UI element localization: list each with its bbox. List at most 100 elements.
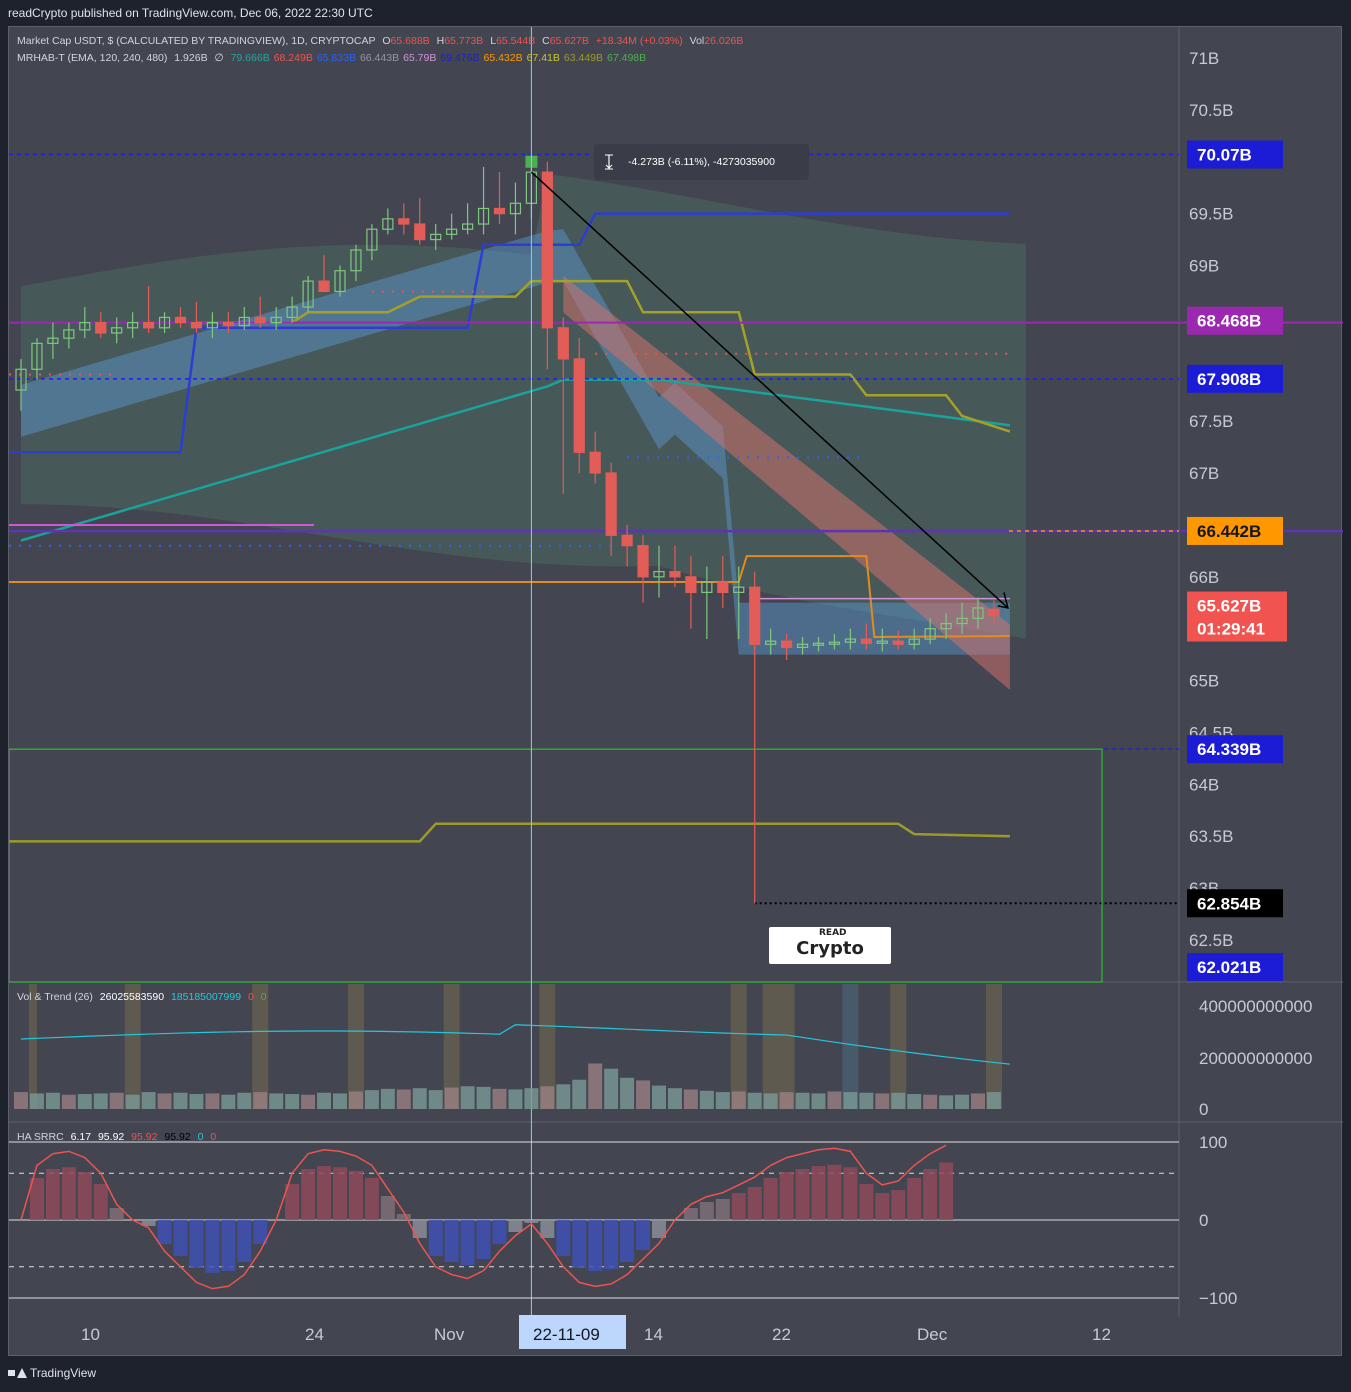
y-tick-label: 62.5B	[1189, 931, 1233, 950]
vol-bar	[412, 1088, 427, 1109]
srrc-bar	[604, 1220, 619, 1270]
vol-v3: 0	[247, 991, 254, 1003]
chart-frame[interactable]: 71B 70.5B 69.5B 69B 67.5B 67B 66B 65B 64.5B 64B 63…	[8, 26, 1343, 1357]
vol-bar	[763, 1093, 778, 1109]
candle-body	[621, 534, 633, 547]
candle-body	[174, 316, 187, 324]
candle-body	[860, 638, 872, 644]
vol-tick-label: 400000000000	[1199, 997, 1312, 1016]
cursor-date-label: 22-11-09	[533, 1325, 600, 1344]
candle-body	[780, 640, 793, 648]
srrc-v5: 0	[197, 1131, 204, 1143]
candle-body	[318, 280, 330, 293]
vol-bar	[731, 1091, 746, 1109]
vol-bar	[939, 1095, 954, 1109]
price-label-text: 64.339B	[1197, 740, 1261, 759]
vol-bar	[524, 1088, 539, 1109]
chart-svg[interactable]: 71B70.5B69.5B69B67.5B67B66B65B64.5B64B63…	[9, 27, 1343, 1357]
footer: TradingView	[8, 1366, 96, 1380]
indicator-value-4: 65.79B	[403, 52, 437, 64]
low-value: 65.544B	[496, 35, 536, 47]
indicator-v2: ∅	[214, 52, 224, 64]
candle-body	[988, 608, 1000, 617]
srrc-bar	[636, 1220, 651, 1250]
srrc-tick-label: 0	[1199, 1211, 1208, 1230]
srrc-tick-label: −100	[1199, 1289, 1237, 1308]
vol-bar	[237, 1092, 252, 1109]
srrc-bar	[747, 1187, 762, 1220]
srrc-bar	[508, 1220, 523, 1232]
published-header: readCrypto published on TradingView.com,…	[8, 6, 373, 20]
indicator-value-5: 69.476B	[440, 52, 480, 64]
y-tick-label: 70.5B	[1189, 101, 1233, 120]
price-label-text: 66.442B	[1197, 522, 1261, 541]
srrc-bar	[205, 1220, 220, 1273]
price-label-text: 62.854B	[1197, 894, 1261, 913]
vol-v4: 0	[260, 991, 267, 1003]
srrc-bar	[588, 1220, 603, 1271]
vol-bar	[253, 1092, 268, 1109]
candle-body	[669, 571, 681, 578]
price-label-1: 68.468B	[1187, 306, 1283, 335]
candle-body	[749, 586, 761, 645]
vol-bar	[875, 1093, 890, 1109]
vol-bar	[492, 1088, 507, 1109]
srrc-tick-label: 100	[1199, 1133, 1227, 1152]
measure-tooltip: -4.273B (-6.11%), -4273035900	[594, 144, 809, 180]
srrc-bar	[444, 1220, 459, 1262]
y-tick-label: 69B	[1189, 257, 1219, 276]
vol-bar	[157, 1093, 172, 1109]
srrc-bar	[907, 1178, 922, 1220]
srrc-bar	[763, 1178, 778, 1220]
srrc-bar	[779, 1172, 794, 1220]
y-tick-label: 69.5B	[1189, 205, 1233, 224]
srrc-v1: 6.17	[70, 1131, 92, 1143]
indicator-name: MRHAB-T (EMA, 120, 240, 480)	[17, 52, 168, 64]
srrc-bar	[460, 1220, 475, 1265]
tradingview-logo-icon	[8, 1368, 27, 1378]
srrc-bar	[396, 1214, 411, 1220]
x-tick-label: 14	[644, 1325, 663, 1344]
candle-body	[143, 322, 155, 329]
indicator-value-0: 79.666B	[230, 52, 270, 64]
vol-tick-label: 0	[1199, 1100, 1208, 1119]
vol-bar	[699, 1090, 714, 1109]
candle-body	[398, 218, 410, 225]
vol-bar	[747, 1092, 762, 1109]
indicator-legend: MRHAB-T (EMA, 120, 240, 480) 1.926B ∅ 79…	[17, 52, 650, 64]
symbol-label: Market Cap USDT, $ (CALCULATED BY TRADIN…	[17, 35, 376, 47]
srrc-bar	[492, 1220, 507, 1244]
vol-bar	[620, 1077, 635, 1109]
vol-bar	[14, 1092, 28, 1109]
readcrypto-logo: READ Crypto	[769, 927, 891, 964]
price-label-text: 67.908B	[1197, 370, 1261, 389]
candle-body	[717, 581, 729, 593]
srrc-bar	[875, 1193, 890, 1220]
vol-bar	[971, 1093, 985, 1109]
high-value: 65.773B	[444, 35, 484, 47]
vol-bar	[827, 1091, 842, 1109]
vol-bar	[604, 1068, 619, 1109]
candle-body	[414, 223, 426, 241]
srrc-legend: HA SRRC 6.17 95.92 95.92 95.92 0 0	[17, 1131, 220, 1143]
vol-bar	[61, 1094, 76, 1109]
vol-bar	[189, 1094, 204, 1109]
price-label-2: 67.908B	[1187, 364, 1283, 393]
candle-body	[573, 358, 585, 453]
price-label-text: 01:29:41	[1197, 620, 1265, 639]
candle-body	[892, 640, 904, 645]
vol-bar	[301, 1094, 316, 1109]
vol-bar	[636, 1080, 651, 1109]
vol-bar	[652, 1085, 666, 1109]
indicator-value-8: 63.449B	[563, 52, 604, 64]
srrc-bar	[301, 1169, 316, 1220]
srrc-bar	[795, 1169, 810, 1220]
srrc-bar	[859, 1184, 874, 1220]
price-label-8: 62.021B	[1187, 953, 1283, 981]
srrc-bar	[173, 1220, 188, 1256]
vol-bar	[317, 1092, 332, 1109]
price-label-0: 70.07B	[1187, 140, 1283, 169]
srrc-bar	[715, 1199, 730, 1220]
vol-bar	[364, 1090, 379, 1109]
x-tick-label: Dec	[917, 1325, 948, 1344]
